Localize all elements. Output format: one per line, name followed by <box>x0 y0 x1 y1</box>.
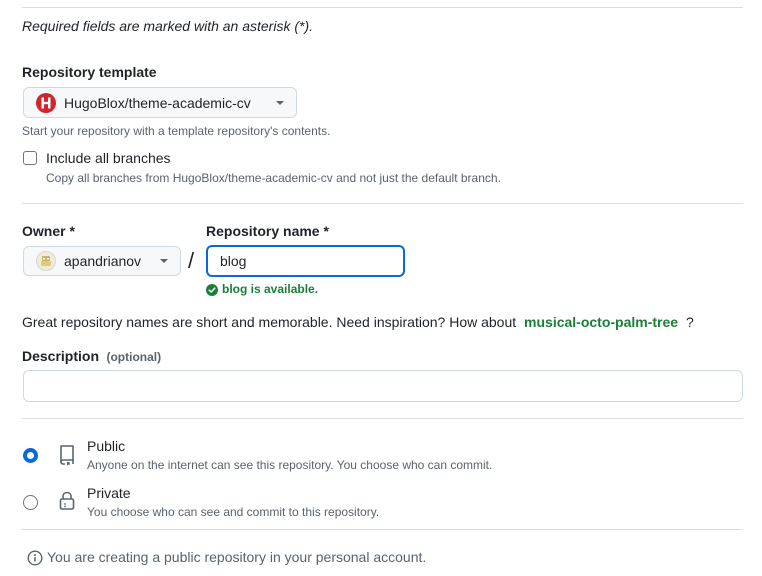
owner-repo-separator: / <box>188 248 195 273</box>
info-icon <box>27 550 43 566</box>
include-all-branches-label: Include all branches <box>46 150 171 166</box>
template-note: Start your repository with a template re… <box>22 124 331 138</box>
template-select-value: HugoBlox/theme-academic-cv <box>64 94 251 111</box>
public-label: Public <box>87 438 126 454</box>
chevron-down-icon <box>276 101 284 105</box>
private-description: You choose who can see and commit to thi… <box>87 505 380 519</box>
owner-select-button[interactable]: apandrianov <box>23 246 181 276</box>
private-label: Private <box>87 485 131 501</box>
inspiration-line: Great repository names are short and mem… <box>22 314 694 330</box>
repo-icon <box>58 444 76 466</box>
user-avatar-icon <box>36 251 56 271</box>
lock-icon <box>58 490 76 512</box>
hugoblox-logo-icon <box>36 92 56 113</box>
repo-name-input[interactable] <box>206 245 405 277</box>
description-label-text: Description <box>22 348 100 364</box>
public-radio[interactable] <box>23 448 38 463</box>
public-description: Anyone on the internet can see this repo… <box>87 458 493 472</box>
required-fields-note: Required fields are marked with an aster… <box>22 18 314 34</box>
divider-2 <box>22 418 743 419</box>
repo-name-label: Repository name * <box>206 223 329 239</box>
inspiration-suffix: ? <box>685 314 694 330</box>
divider-1 <box>22 203 743 204</box>
include-all-branches-note: Copy all branches from HugoBlox/theme-ac… <box>46 171 501 185</box>
owner-select-value: apandrianov <box>64 253 142 269</box>
chevron-down-icon <box>160 259 168 263</box>
inspiration-prefix: Great repository names are short and mem… <box>22 314 517 330</box>
template-select-button[interactable]: HugoBlox/theme-academic-cv <box>23 87 297 118</box>
divider-3 <box>22 529 743 530</box>
private-radio[interactable] <box>23 495 38 510</box>
top-divider <box>22 7 743 8</box>
check-circle-fill-icon <box>206 283 218 296</box>
description-label: Description (optional) <box>22 348 161 366</box>
repo-available-text: blog is available. <box>222 282 319 296</box>
description-optional-text: (optional) <box>106 350 162 364</box>
description-input[interactable] <box>23 370 743 402</box>
include-all-branches-checkbox[interactable] <box>23 151 37 165</box>
info-text: You are creating a public repository in … <box>47 549 427 565</box>
owner-label: Owner * <box>22 223 75 239</box>
template-label: Repository template <box>22 64 157 80</box>
suggested-name-link[interactable]: musical-octo-palm-tree <box>524 314 678 330</box>
